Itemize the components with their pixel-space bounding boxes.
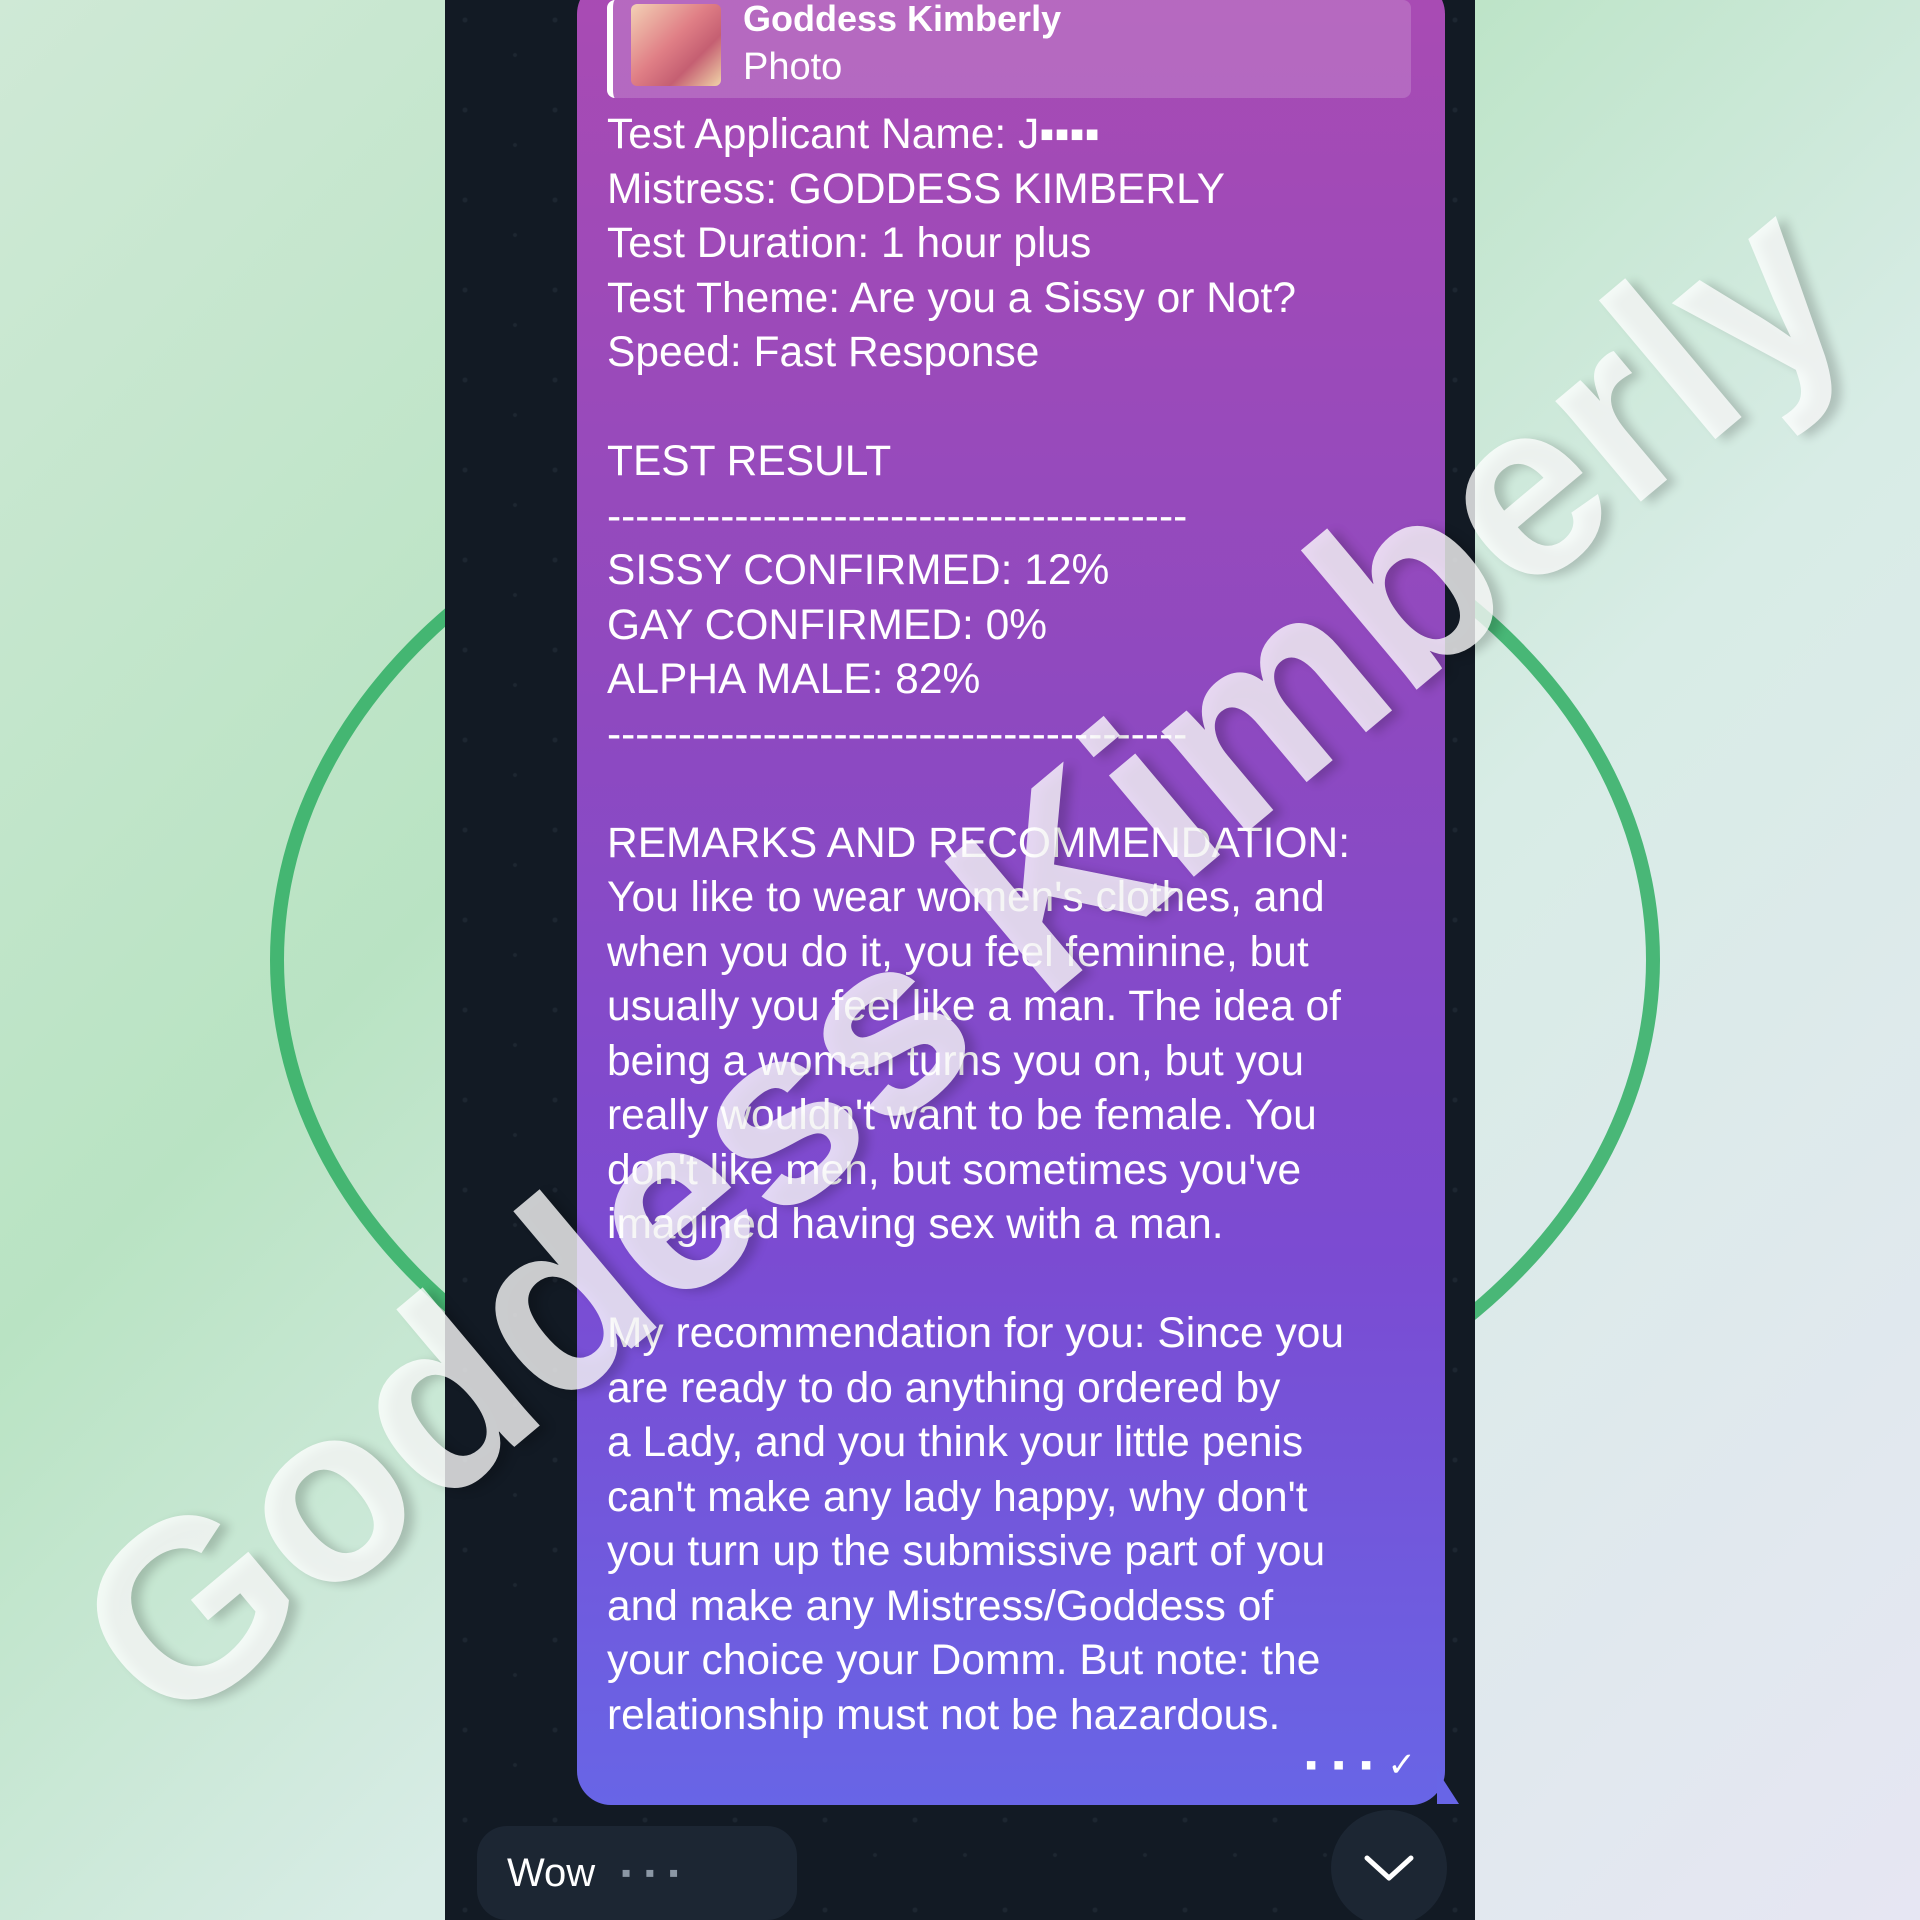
remarks-line: imagined having sex with a man. xyxy=(607,1201,1224,1248)
remarks-line: don't like men, but sometimes you've xyxy=(607,1146,1302,1194)
recommendation-line: you turn up the submissive part of you xyxy=(607,1528,1326,1575)
next-message-text: Wow xyxy=(507,1850,596,1895)
recommendation-line: can't make any lady happy, why don't xyxy=(607,1473,1308,1521)
recommendation-line: a Lady, and you think your little penis xyxy=(607,1419,1304,1466)
next-message-bubble[interactable]: Wow ▪ ▪ ▪ xyxy=(477,1826,797,1920)
reply-photo-thumbnail xyxy=(631,4,721,86)
divider: ----------------------------------------… xyxy=(607,492,1188,540)
result-line: ALPHA MALE: 82% xyxy=(607,656,981,703)
chat-screen: Goddess Kimberly Photo Test Applicant Na… xyxy=(445,0,1475,1920)
message-bubble[interactable]: Goddess Kimberly Photo Test Applicant Na… xyxy=(577,0,1445,1805)
message-timestamp: ▪ ▪ ▪ ✓ xyxy=(1305,1746,1419,1784)
recommendation-line: and make any Mistress/Goddess of xyxy=(607,1582,1274,1630)
bubble-tail xyxy=(1437,1770,1459,1804)
message-text: Test Applicant Name: J▪▪▪▪ Mistress: GOD… xyxy=(607,108,1417,1743)
chevron-down-icon xyxy=(1364,1855,1414,1881)
info-line: Speed: Fast Response xyxy=(607,329,1040,376)
reply-media-type: Photo xyxy=(743,46,843,88)
info-line: Test Duration: 1 hour plus xyxy=(607,220,1092,267)
recommendation-line: relationship must not be hazardous. xyxy=(607,1691,1281,1739)
next-message-timestamp: ▪ ▪ ▪ xyxy=(621,1857,682,1888)
remarks-line: being a woman turns you on, but you xyxy=(607,1037,1304,1085)
remarks-line: You like to wear women's clothes, and xyxy=(607,874,1325,921)
recommendation-line: My recommendation for you: Since you xyxy=(607,1310,1345,1357)
remarks-line: really wouldn't want to be female. You xyxy=(607,1092,1317,1139)
recommendation-line: are ready to do anything ordered by xyxy=(607,1364,1281,1412)
reply-preview[interactable]: Goddess Kimberly Photo xyxy=(607,0,1411,98)
result-title: TEST RESULT xyxy=(607,438,892,485)
info-line: Test Applicant Name: J▪▪▪▪ xyxy=(607,111,1100,158)
info-line: Test Theme: Are you a Sissy or Not? xyxy=(607,274,1296,322)
divider: ----------------------------------------… xyxy=(607,710,1188,758)
remarks-line: usually you feel like a man. The idea of xyxy=(607,983,1341,1030)
remarks-line: when you do it, you feel feminine, but xyxy=(607,928,1309,976)
recommendation-line: your choice your Domm. But note: the xyxy=(607,1637,1321,1684)
result-line: GAY CONFIRMED: 0% xyxy=(607,601,1048,649)
scroll-down-button[interactable] xyxy=(1331,1810,1447,1920)
remarks-title: REMARKS AND RECOMMENDATION: xyxy=(607,819,1351,867)
info-line: Mistress: GODDESS KIMBERLY xyxy=(607,165,1225,213)
reply-sender-name: Goddess Kimberly xyxy=(743,0,1062,39)
result-line: SISSY CONFIRMED: 12% xyxy=(607,547,1110,594)
